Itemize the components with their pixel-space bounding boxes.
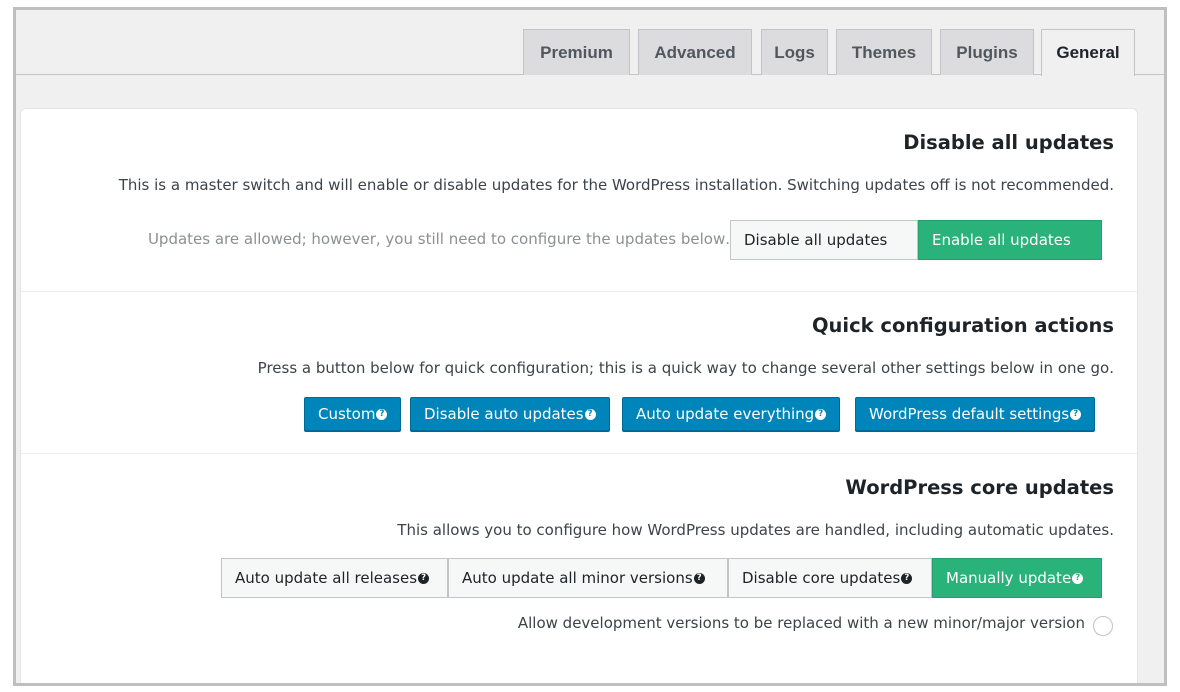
dev-versions-label: Allow development versions to be replace… bbox=[517, 614, 1085, 632]
help-icon[interactable]: ? bbox=[693, 572, 705, 584]
section-description: .Press a button below for quick configur… bbox=[257, 359, 1114, 377]
custom-button[interactable]: Custom? bbox=[304, 397, 402, 431]
section-description: .This is a master switch and will enable… bbox=[118, 176, 1114, 194]
button-label: Auto update everything bbox=[636, 405, 815, 423]
help-icon[interactable]: ? bbox=[418, 572, 430, 584]
tab-premium[interactable]: Premium bbox=[523, 29, 630, 75]
wordpress-default-settings-button[interactable]: WordPress default settings? bbox=[855, 397, 1096, 431]
disable-core-updates-option[interactable]: Disable core updates? bbox=[728, 558, 932, 598]
button-label: Disable auto updates bbox=[424, 405, 584, 423]
button-label: WordPress default settings bbox=[869, 405, 1070, 423]
tab-plugins[interactable]: Plugins bbox=[940, 29, 1034, 75]
settings-card: Disable all updates .This is a master sw… bbox=[20, 108, 1138, 683]
section-title: Quick configuration actions bbox=[811, 314, 1114, 337]
update-status-text: .Updates are allowed; however, you still… bbox=[147, 230, 730, 248]
help-icon[interactable]: ? bbox=[901, 572, 913, 584]
auto-update-minor-versions-option[interactable]: Auto update all minor versions? bbox=[448, 558, 728, 598]
auto-update-everything-button[interactable]: Auto update everything? bbox=[622, 397, 841, 431]
tab-logs[interactable]: Logs bbox=[761, 29, 828, 75]
help-icon[interactable]: ? bbox=[815, 408, 827, 420]
core-updates-section: WordPress core updates .This allows you … bbox=[21, 454, 1137, 683]
auto-update-all-releases-option[interactable]: Auto update all releases? bbox=[221, 558, 448, 598]
section-description: .This allows you to configure how WordPr… bbox=[397, 521, 1114, 539]
option-label: Disable core updates bbox=[742, 569, 901, 587]
tab-general[interactable]: General bbox=[1041, 29, 1135, 76]
section-title: WordPress core updates bbox=[845, 476, 1114, 499]
tab-bar: Premium Advanced Logs Themes Plugins Gen… bbox=[16, 10, 1164, 76]
master-switch-section: Disable all updates .This is a master sw… bbox=[21, 109, 1137, 292]
tab-advanced[interactable]: Advanced bbox=[638, 29, 752, 75]
help-icon[interactable]: ? bbox=[584, 408, 596, 420]
section-title: Disable all updates bbox=[903, 131, 1114, 154]
help-icon[interactable]: ? bbox=[1070, 408, 1082, 420]
tab-themes[interactable]: Themes bbox=[836, 29, 932, 75]
enable-all-updates-button[interactable]: Enable all updates bbox=[918, 220, 1102, 260]
dev-versions-checkbox[interactable] bbox=[1093, 616, 1113, 636]
quick-config-section: Quick configuration actions .Press a but… bbox=[21, 292, 1137, 454]
disable-auto-updates-button[interactable]: Disable auto updates? bbox=[410, 397, 610, 431]
manually-update-option[interactable]: Manually update? bbox=[932, 558, 1102, 598]
help-icon[interactable]: ? bbox=[1072, 572, 1084, 584]
option-label: Auto update all releases bbox=[235, 569, 418, 587]
help-icon[interactable]: ? bbox=[376, 408, 388, 420]
option-label: Auto update all minor versions bbox=[462, 569, 693, 587]
button-label: Custom bbox=[318, 405, 376, 423]
disable-all-updates-button[interactable]: Disable all updates bbox=[730, 220, 918, 260]
option-label: Manually update bbox=[946, 569, 1072, 587]
settings-frame: Premium Advanced Logs Themes Plugins Gen… bbox=[13, 7, 1167, 686]
